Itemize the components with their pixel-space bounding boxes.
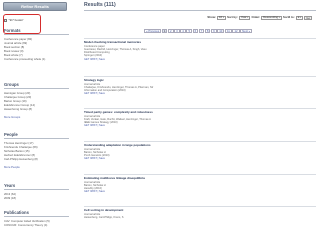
active-filter[interactable]: "9/7 books" (4, 18, 32, 23)
result-item: Model checking transactional memories Co… (84, 40, 316, 61)
result-authors: Heisenberg, Carl-Philipp, Krens, S (84, 215, 124, 219)
get-it-link[interactable]: GET IMIST | Save (84, 92, 316, 95)
page-button[interactable]: 6 (192, 29, 199, 33)
page-button[interactable]: 4 (180, 29, 186, 33)
refine-results-button[interactable]: Refine Results (3, 2, 67, 11)
results-controls: Show: 10 Sort by: Year Order: Descending… (207, 15, 312, 20)
section-title-formats: Formats (4, 28, 21, 33)
page-button[interactable]: 2 (167, 29, 174, 33)
page-button[interactable]: 8 (204, 29, 211, 33)
page-title: Results (111) (84, 2, 116, 8)
result-item: Cell sorting in development Journal arti… (84, 208, 316, 219)
next-page-button[interactable]: Next » (240, 29, 253, 33)
sort-label: Sort by: (227, 15, 238, 20)
go-button[interactable]: Go (304, 16, 312, 20)
page-button[interactable]: 1 (161, 29, 168, 33)
page-button[interactable]: 5 (186, 29, 192, 33)
facet-year-item[interactable]: 2009 (18) (4, 196, 16, 200)
section-title-people: People (4, 132, 18, 137)
show-label: Show: (207, 15, 216, 20)
order-label: Order: (251, 15, 261, 20)
pagination: « Previous 1 2 3 4 5 6 7 8 9 10 11 12 Ne… (144, 29, 253, 33)
section-title-publications: Publications (4, 210, 29, 215)
previous-page-button[interactable]: « Previous (144, 29, 162, 33)
facet-publication-item[interactable]: CONCUR: Concurrency Theory (4) (4, 223, 47, 227)
get-it-link[interactable]: GET IMIST | Save (84, 190, 316, 193)
more-groups-link[interactable]: More Groups (4, 115, 20, 119)
get-it-link[interactable]: GET IMIST | Save (84, 157, 316, 160)
result-item: Estimating multilocus linkage disequilib… (84, 176, 316, 194)
facet-person-item[interactable]: Carl-Philipp Heisenberg (8) (4, 157, 38, 161)
show-select[interactable]: 10 (217, 15, 226, 20)
section-title-years: Years (4, 183, 16, 188)
result-item: Strategy logic Journal article Chatterje… (84, 78, 316, 96)
section-title-groups: Groups (4, 82, 19, 87)
sort2-select[interactable]: a (295, 15, 304, 20)
active-filter-label: "9/7 books" (8, 17, 24, 22)
page-button[interactable]: 3 (174, 29, 180, 33)
page-button[interactable]: 9 (211, 29, 217, 33)
page-button[interactable]: 11 (224, 29, 232, 33)
page-button[interactable]: 10 (217, 29, 225, 33)
get-it-link[interactable]: GET IMIST | Save (84, 124, 316, 127)
remove-filter-checkbox[interactable] (4, 19, 7, 22)
sort2-label: Sort2 to: (283, 15, 295, 20)
result-item: Understanding adaptation in large popula… (84, 143, 316, 161)
page-button[interactable]: 12 (232, 29, 240, 33)
library-results-page: Refine Results "9/7 books" Formats Confe… (0, 0, 320, 240)
refine-sidebar: Refine Results "9/7 books" Formats Confe… (0, 0, 76, 240)
page-button[interactable]: 7 (198, 29, 205, 33)
facet-format-item[interactable]: Conference proceeding whole (1) (4, 57, 45, 61)
result-item: Timed parity games: complexity and robus… (84, 110, 316, 128)
sort-select[interactable]: Year (238, 15, 251, 20)
more-people-link[interactable]: More People (4, 165, 20, 169)
order-select[interactable]: Descending (261, 15, 282, 20)
get-it-link[interactable]: GET IMIST | Save (84, 58, 316, 61)
facet-group-item[interactable]: Hasenhorng Group (8) (4, 107, 32, 111)
